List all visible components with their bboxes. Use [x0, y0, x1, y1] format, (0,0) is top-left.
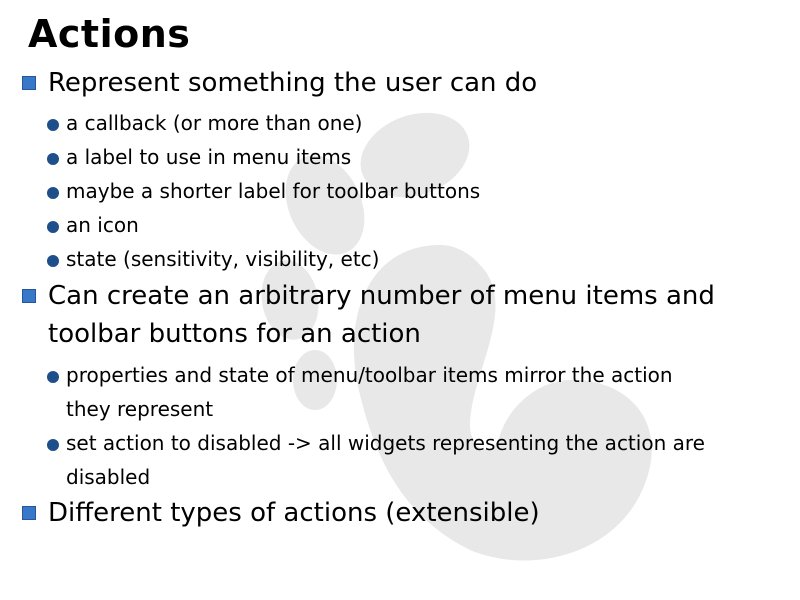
- sub-bullet-text: state (sensitivity, visibility, etc): [66, 247, 380, 271]
- square-bullet-icon: [22, 76, 36, 90]
- slide-title: Actions: [28, 12, 191, 56]
- round-bullet-icon: [47, 153, 59, 165]
- sub-bullet-properties: properties and state of menu/toolbar ite…: [47, 358, 706, 426]
- round-bullet-icon: [47, 119, 59, 131]
- sub-bullet-text: a callback (or more than one): [66, 111, 363, 135]
- square-bullet-icon: [22, 506, 36, 520]
- round-bullet-icon: [47, 221, 59, 233]
- sub-bullet-callback: a callback (or more than one): [47, 106, 766, 140]
- bullet-text: Can create an arbitrary number of menu i…: [48, 281, 715, 349]
- sub-bullet-label: a label to use in menu items: [47, 140, 766, 174]
- sub-bullet-state: state (sensitivity, visibility, etc): [47, 242, 766, 276]
- sub-bullet-short-label: maybe a shorter label for toolbar button…: [47, 174, 766, 208]
- round-bullet-icon: [47, 371, 59, 383]
- square-bullet-icon: [22, 289, 36, 303]
- bullet-represent: Represent something the user can do: [22, 64, 768, 102]
- round-bullet-icon: [47, 187, 59, 199]
- bullet-types: Different types of actions (extensible): [22, 494, 768, 532]
- round-bullet-icon: [47, 255, 59, 267]
- sub-bullet-text: set action to disabled -> all widgets re…: [66, 431, 705, 489]
- round-bullet-icon: [47, 439, 59, 451]
- bullet-text: Represent something the user can do: [48, 68, 538, 98]
- sub-bullet-text: properties and state of menu/toolbar ite…: [66, 363, 673, 421]
- bullet-text: Different types of actions (extensible): [48, 498, 540, 528]
- sub-bullet-disabled: set action to disabled -> all widgets re…: [47, 426, 766, 494]
- sub-bullet-text: an icon: [66, 213, 139, 237]
- sub-bullet-text: a label to use in menu items: [66, 145, 352, 169]
- slide: Actions Represent something the user can…: [0, 0, 800, 600]
- sub-bullet-text: maybe a shorter label for toolbar button…: [66, 179, 481, 203]
- sub-bullet-icon: an icon: [47, 208, 766, 242]
- bullet-create: Can create an arbitrary number of menu i…: [22, 277, 748, 353]
